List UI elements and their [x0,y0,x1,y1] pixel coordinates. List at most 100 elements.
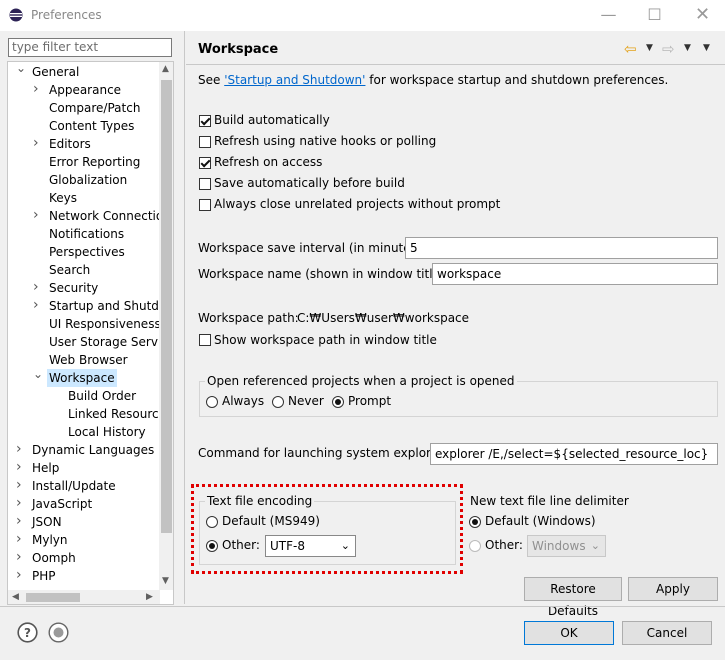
back-arrow-icon[interactable]: ⇦ [624,40,637,58]
back-history-chevron-icon[interactable]: ▼ [646,43,653,53]
help-icon[interactable]: ? [17,622,38,643]
option-checkbox[interactable] [199,178,211,190]
option-checkbox[interactable] [199,136,211,148]
filter-input[interactable] [9,39,165,55]
option-checkbox[interactable] [199,157,211,169]
open-projects-radio-label: Prompt [348,394,392,408]
tree-item-label: Error Reporting [49,155,141,169]
delimiter-other-label: Other: [485,538,523,552]
tree-item-label: Web Browser [49,353,128,367]
chevron-right-icon[interactable]: › [16,531,26,549]
tree-item-label: Local History [68,425,146,439]
chevron-right-icon[interactable]: › [16,495,26,513]
chevron-right-icon[interactable]: › [16,477,26,495]
save-interval-input[interactable]: 5 [405,237,718,259]
tree-horizontal-scroll-thumb[interactable] [26,593,80,602]
option-checkbox-label: Refresh on access [214,155,323,169]
chevron-right-icon[interactable]: › [33,279,43,297]
chevron-right-icon[interactable]: › [16,441,26,459]
tree-item-label: Network Connection [49,209,171,223]
highlight-box [191,484,463,574]
restore-defaults-button[interactable]: Restore Defaults [524,577,622,618]
tree-item-label: Linked Resources [68,407,173,421]
open-projects-radio-label: Always [222,394,265,408]
workspace-name-label: Workspace name (shown in window title): [198,267,449,281]
tree-vertical-scroll-thumb[interactable] [161,80,172,533]
startup-shutdown-link[interactable]: 'Startup and Shutdown' [224,73,365,87]
tree-item-label: Appearance [49,83,122,97]
chevron-right-icon[interactable]: › [33,81,43,99]
scroll-down-icon[interactable]: ▼ [162,576,169,586]
scroll-up-icon[interactable]: ▲ [162,64,169,74]
workspace-path-label: Workspace path: [198,311,299,325]
chevron-right-icon[interactable]: › [16,459,26,477]
chevron-right-icon[interactable]: › [33,207,43,225]
header-separator [186,64,725,65]
forward-arrow-icon[interactable]: ⇨ [662,40,675,58]
startup-link-line: See 'Startup and Shutdown' for workspace… [198,73,668,87]
chevron-right-icon[interactable]: › [16,549,26,567]
tree-item-label: UI Responsiveness M [49,317,174,331]
workspace-path-value: C:₩Users₩user₩workspace [297,311,470,325]
tree-item-label: Startup and Shutdown [49,299,174,313]
forward-history-chevron-icon[interactable]: ▼ [684,43,691,53]
minimize-icon[interactable]: — [586,0,631,31]
chevron-down-icon[interactable]: ⌄ [33,368,43,387]
chevron-down-icon[interactable]: ⌄ [16,62,26,81]
tree-item-label: Search [49,263,91,277]
chevron-right-icon[interactable]: › [16,513,26,531]
show-path-checkbox[interactable] [199,334,211,346]
cancel-button[interactable]: Cancel [622,621,712,645]
explorer-command-input[interactable]: explorer /E,/select=${selected_resource_… [430,443,718,465]
see-prefix: See [198,73,225,87]
tree-item-label: Mylyn [32,533,68,547]
open-projects-radio[interactable] [206,396,218,408]
option-checkbox-label: Refresh using native hooks or polling [214,134,437,148]
delimiter-select[interactable]: Windows ⌄ [527,535,606,557]
filter-box [8,38,172,57]
open-projects-radio[interactable] [272,396,284,408]
option-checkbox-label: Build automatically [214,113,330,127]
option-checkbox[interactable] [199,199,211,211]
tree-item-label: Build Order [68,389,137,403]
open-projects-radio[interactable] [332,396,344,408]
tree-item-label: Oomph [32,551,76,565]
chevron-right-icon[interactable]: › [33,297,43,315]
scroll-right-icon[interactable]: ▶ [146,592,153,602]
import-export-icon[interactable] [48,622,69,643]
delimiter-select-value: Windows [532,539,586,553]
apply-button[interactable]: Apply [628,577,718,601]
tree-item-label: Compare/Patch [49,101,141,115]
show-path-label: Show workspace path in window title [214,333,437,347]
pane-splitter[interactable] [184,31,185,604]
chevron-right-icon[interactable]: › [16,567,26,585]
explorer-command-label: Command for launching system explorer: [198,446,447,460]
tree-item-label: JavaScript [32,497,93,511]
close-icon[interactable]: ✕ [680,0,725,31]
tree-item-label: Install/Update [32,479,116,493]
workspace-name-input[interactable]: workspace [432,263,718,285]
delimiter-default-radio[interactable] [469,516,481,528]
tree-item-label: Workspace [47,369,117,387]
tree-item-label: Perspectives [49,245,125,259]
option-checkbox[interactable] [199,115,211,127]
bottom-separator [0,606,725,607]
tree-item-label: Editors [49,137,91,151]
maximize-icon[interactable]: ☐ [632,0,677,31]
window-title: Preferences [31,8,102,22]
save-interval-label: Workspace save interval (in minutes): [198,241,426,255]
tree-item-label: Keys [49,191,78,205]
preference-tree: ⌄ General › Appearance Compare/Patch Content … [7,61,174,605]
option-checkbox-label: Always close unrelated projects without … [214,197,501,211]
tree-item-label: Dynamic Languages [32,443,155,457]
option-checkbox-label: Save automatically before build [214,176,405,190]
scroll-left-icon[interactable]: ◀ [12,592,19,602]
delimiter-other-radio[interactable] [469,540,481,552]
view-menu-icon[interactable]: ▼ [703,43,710,53]
tree-item-label: Notifications [49,227,125,241]
ok-button[interactable]: OK [524,621,614,645]
delimiter-default-label: Default (Windows) [485,514,596,528]
chevron-down-icon: ⌄ [590,539,600,552]
chevron-right-icon[interactable]: › [33,135,43,153]
tree-item-label: Globalization [49,173,128,187]
